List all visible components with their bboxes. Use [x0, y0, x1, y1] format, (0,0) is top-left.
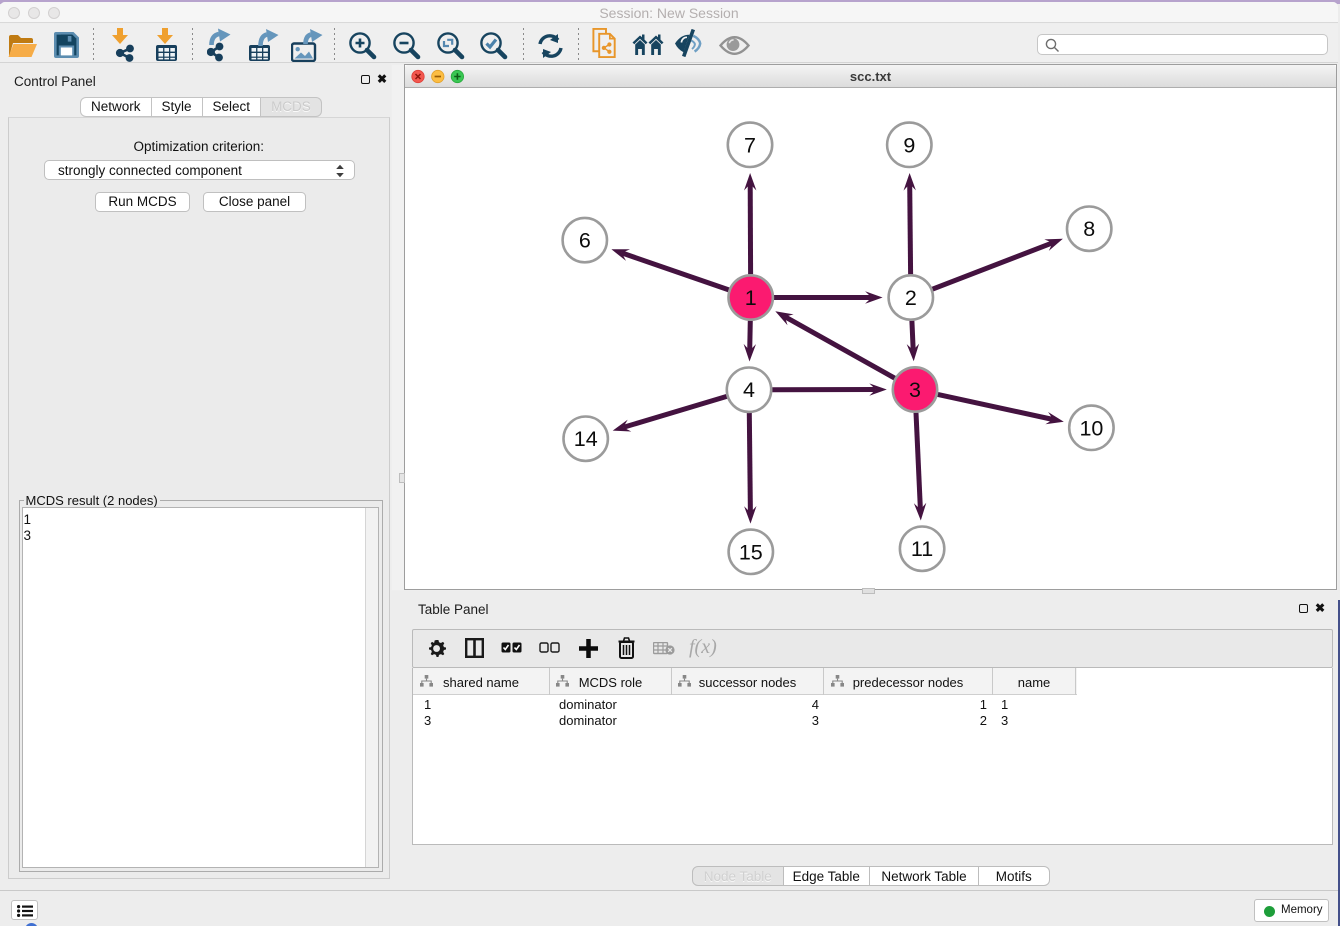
svg-text:7: 7 — [744, 133, 756, 157]
svg-text:4: 4 — [743, 378, 755, 402]
svg-text:1: 1 — [745, 286, 757, 310]
svg-text:3: 3 — [909, 378, 921, 402]
svg-text:2: 2 — [905, 286, 917, 310]
svg-text:8: 8 — [1083, 217, 1095, 241]
svg-text:15: 15 — [739, 540, 763, 564]
svg-text:9: 9 — [903, 133, 915, 157]
svg-text:6: 6 — [579, 229, 591, 253]
svg-text:11: 11 — [911, 537, 933, 561]
svg-text:10: 10 — [1079, 416, 1103, 440]
svg-text:14: 14 — [574, 427, 598, 451]
